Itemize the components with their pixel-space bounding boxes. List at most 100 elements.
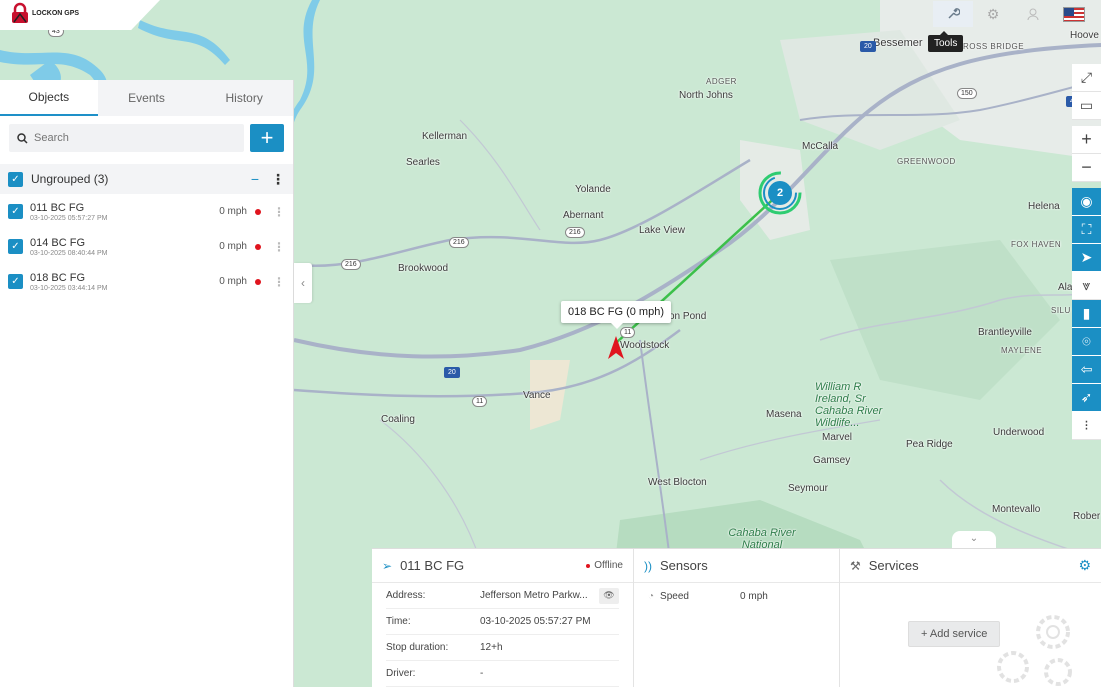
map-label: Brookwood: [398, 263, 449, 274]
logo[interactable]: LOCKON GPS: [10, 2, 79, 24]
bottom-panel-toggle[interactable]: ⌄: [952, 531, 996, 548]
gear-icon[interactable]: ⚙: [1078, 557, 1091, 574]
object-cluster[interactable]: 2: [756, 169, 804, 217]
gear-icon[interactable]: ⚙: [973, 1, 1013, 27]
detail-key: Driver:: [386, 668, 416, 679]
wrench-icon[interactable]: [933, 1, 973, 27]
map-tools: ⤢ ▭ + − ◉ ⛶ ➤ ⩔ ▮ ⌾ ⇦ ➶ ⁝: [1072, 64, 1101, 440]
object-name: 018 BC FG: [30, 271, 86, 284]
map-label: North Johns: [679, 90, 733, 101]
wrench-icon: ⚒: [850, 558, 861, 573]
object-row[interactable]: ✓ 014 BC FG 03-10-2025 08:40:44 PM 0 mph…: [0, 229, 293, 264]
detail-row: Driver: -: [386, 661, 619, 687]
signal-icon: )): [644, 558, 652, 573]
eye-icon[interactable]: 👁: [599, 587, 619, 604]
detail-value: 03-10-2025 05:57:27 PM: [480, 616, 591, 627]
map-label: FOX HAVEN: [1011, 240, 1062, 249]
route-icon[interactable]: ⩔: [1072, 272, 1101, 300]
object-time: 03-10-2025 08:40:44 PM: [30, 249, 108, 257]
object-time: 03-10-2025 05:57:27 PM: [30, 214, 108, 222]
add-object-button[interactable]: +: [250, 124, 284, 152]
map-label: ADGER: [706, 77, 737, 86]
sensor-key: Speed: [660, 590, 689, 602]
map-layers-icon[interactable]: ▭: [1072, 92, 1101, 120]
map-label: SILU: [1051, 306, 1071, 315]
plus-icon: +: [921, 628, 928, 640]
object-details-section: ➢ 011 BC FG Offline Address: Jefferson M…: [372, 549, 634, 687]
panel-tabs: Objects Events History: [0, 80, 293, 116]
map-label: Seymour: [788, 483, 829, 494]
status-dot-icon: [255, 243, 261, 250]
fullscreen-icon[interactable]: ⤢: [1072, 64, 1101, 92]
object-info-icon[interactable]: ▮: [1072, 300, 1101, 328]
object-checkbox[interactable]: ✓: [8, 274, 23, 289]
detail-row: Address: Jefferson Metro Parkw... 👁: [386, 583, 619, 609]
object-checkbox[interactable]: ✓: [8, 204, 23, 219]
fit-bounds-icon[interactable]: ⛶: [1072, 216, 1101, 244]
group-label: Ungrouped (3): [31, 172, 109, 186]
cluster-toggle-icon[interactable]: ◉: [1072, 188, 1101, 216]
map-label: Abernant: [563, 210, 604, 221]
map-label: on Pond: [669, 311, 707, 322]
map-label: Masena: [766, 409, 802, 420]
tab-events[interactable]: Events: [98, 80, 196, 116]
map-label: Woodstock: [620, 340, 670, 351]
object-details-title: 011 BC FG: [400, 558, 465, 573]
object-row[interactable]: ✓ 011 BC FG 03-10-2025 05:57:27 PM 0 mph…: [0, 194, 293, 229]
object-checkbox[interactable]: ✓: [8, 239, 23, 254]
zoom-in-icon[interactable]: +: [1072, 126, 1101, 154]
route-shield: 20: [860, 41, 876, 52]
top-toolbar: ⚙: [933, 0, 1101, 28]
user-icon[interactable]: [1013, 1, 1053, 27]
map-label: Lake View: [639, 225, 685, 236]
map-label: ROSS BRIDGE: [963, 42, 1025, 51]
zoom-out-icon[interactable]: −: [1072, 154, 1101, 182]
detail-key: Stop duration:: [386, 642, 449, 653]
lock-logo-icon: [12, 2, 28, 23]
object-menu-icon[interactable]: ⋮: [273, 240, 285, 254]
search-icon: [17, 132, 28, 144]
tab-objects[interactable]: Objects: [0, 80, 98, 116]
send-command-icon[interactable]: ⇦: [1072, 356, 1101, 384]
map-label: Underwood: [993, 427, 1045, 438]
group-menu-icon[interactable]: ⋮: [271, 171, 285, 188]
map-label: Rober: [1073, 511, 1101, 522]
detail-key: Time:: [386, 616, 411, 627]
left-panel: Objects Events History + ✓ Ungrouped (3)…: [0, 80, 294, 687]
group-header[interactable]: ✓ Ungrouped (3) − ⋮: [0, 164, 293, 194]
sensor-row: ◔ Speed 0 mph: [648, 583, 825, 609]
detail-value: 12+h: [480, 642, 503, 653]
tab-history[interactable]: History: [195, 80, 293, 116]
map-label: Hoove: [1070, 30, 1099, 41]
vehicle-marker-label[interactable]: 018 BC FG (0 mph): [561, 301, 671, 329]
sensor-value: 0 mph: [740, 590, 768, 602]
collapse-left-panel-button[interactable]: ‹: [294, 263, 312, 303]
map-label: Ala: [1058, 282, 1073, 293]
object-speed: 0 mph: [219, 241, 247, 252]
object-menu-icon[interactable]: ⋮: [273, 205, 285, 219]
navigation-arrow-icon: ➢: [382, 558, 393, 573]
object-menu-icon[interactable]: ⋮: [273, 275, 285, 289]
detail-value: Jefferson Metro Parkw...: [480, 590, 588, 601]
route-shield: 150: [957, 88, 977, 99]
search-input[interactable]: [34, 132, 214, 144]
group-checkbox[interactable]: ✓: [8, 171, 23, 187]
object-time: 03-10-2025 03:44:14 PM: [30, 284, 108, 292]
status-dot-icon: [255, 208, 261, 215]
object-row[interactable]: ✓ 018 BC FG 03-10-2025 03:44:14 PM 0 mph…: [0, 264, 293, 299]
traffic-light-icon[interactable]: ⁝: [1072, 412, 1101, 440]
status-dot-icon: [586, 563, 591, 568]
map-label: Coaling: [381, 414, 415, 425]
object-speed: 0 mph: [219, 206, 247, 217]
detail-row: Stop duration: 12+h: [386, 635, 619, 661]
map-label: GREENWOOD: [897, 157, 956, 166]
services-title: Services: [868, 558, 919, 573]
object-name: 014 BC FG: [30, 236, 86, 249]
status-text: Offline: [594, 560, 623, 571]
navigate-icon[interactable]: ➤: [1072, 244, 1101, 272]
place-marker-icon[interactable]: ⌾: [1072, 328, 1101, 356]
sensors-section: )) Sensors ◔ Speed 0 mph: [634, 549, 840, 687]
rocket-icon[interactable]: ➶: [1072, 384, 1101, 412]
us-flag-icon[interactable]: [1063, 6, 1085, 22]
group-collapse-button[interactable]: −: [251, 171, 259, 187]
